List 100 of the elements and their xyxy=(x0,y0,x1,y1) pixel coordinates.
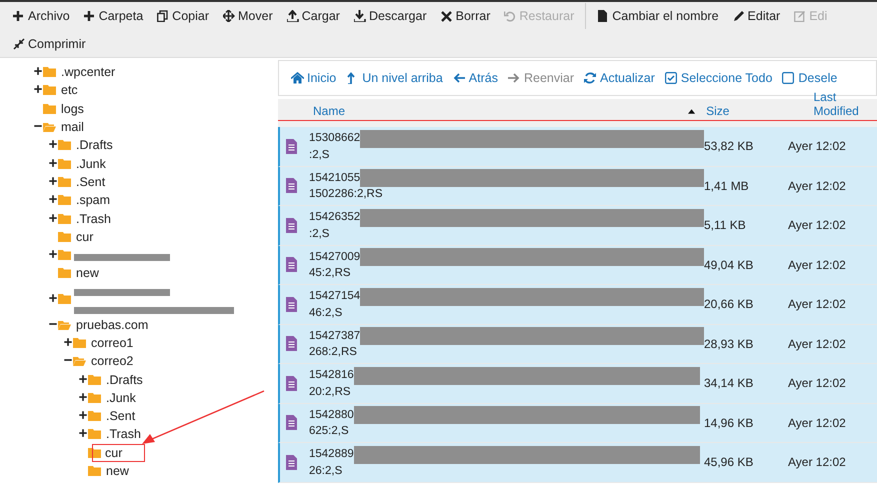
tree-toggle[interactable]: + xyxy=(48,138,58,152)
folder-icon xyxy=(88,374,101,385)
modified-date: Ayer 12:02 xyxy=(788,139,846,154)
file-size: 28,93 KB xyxy=(704,336,754,351)
tree-toggle[interactable]: + xyxy=(63,336,73,350)
file-name: :2,S xyxy=(309,148,330,163)
folder-label[interactable]: .Drafts xyxy=(74,138,115,152)
toolbar-button[interactable]: Cambiar el nombre xyxy=(590,4,726,28)
nav-button[interactable]: Actualizar xyxy=(580,71,661,85)
tree-toggle[interactable]: + xyxy=(78,409,88,424)
folder-label[interactable]: cur xyxy=(74,230,96,244)
folder-label[interactable]: .wpcenter xyxy=(59,65,118,80)
tree-toggle[interactable]: + xyxy=(33,83,43,98)
left-arrow-icon xyxy=(452,72,466,84)
file-row[interactable]: 1542816 20:2,RS 34,14 KB Ayer 12:02 xyxy=(278,364,877,404)
file-size: 45,96 KB xyxy=(704,455,754,470)
nav-button[interactable]: Desele xyxy=(778,71,844,85)
open-folder-icon xyxy=(58,320,71,330)
column-header[interactable]: Name xyxy=(313,104,346,118)
document-icon xyxy=(286,178,297,194)
document-icon xyxy=(286,454,297,470)
tree-toggle[interactable]: + xyxy=(78,390,88,405)
toolbar-button[interactable]: Mover xyxy=(216,4,280,28)
toolbar-button[interactable]: Cargar xyxy=(280,4,347,28)
tree-toggle[interactable]: + xyxy=(78,372,88,387)
file-name: 15308662 xyxy=(309,131,360,146)
file-row[interactable]: 1542889 26:2,S 45,96 KB Ayer 12:02 xyxy=(278,443,877,482)
toolbar-button[interactable]: Descargar xyxy=(346,4,434,28)
file-name: 1542880 xyxy=(309,408,354,423)
folder-label[interactable]: cur xyxy=(92,444,146,462)
folder-icon xyxy=(58,140,71,150)
tree-toggle[interactable]: + xyxy=(78,427,88,442)
folder-label[interactable]: correo2 xyxy=(89,354,136,368)
nav-button[interactable]: Seleccione Todo xyxy=(660,71,778,85)
folder-label[interactable]: .Trash xyxy=(104,427,143,442)
file-name: 15426352 xyxy=(309,210,360,226)
file-row[interactable]: 15421055 1502286:2,RS 1,41 MB Ayer 12:02 xyxy=(278,166,877,206)
file-size: 20,66 KB xyxy=(704,297,754,312)
modified-date: Ayer 12:02 xyxy=(788,258,846,272)
tree-toggle[interactable]: + xyxy=(48,292,58,306)
folder-label[interactable]: .Junk xyxy=(104,390,138,405)
folder-label[interactable]: .spam xyxy=(74,193,112,208)
right-arrow-icon xyxy=(508,72,521,84)
folder-icon xyxy=(43,104,56,114)
file-name: 15421055 xyxy=(309,170,360,186)
file-row[interactable]: 15427154 46:2,S 20,66 KB Ayer 12:02 xyxy=(278,285,877,324)
tree-toggle[interactable]: − xyxy=(48,318,58,332)
folder-label[interactable]: .Sent xyxy=(104,409,138,424)
tree-toggle[interactable]: − xyxy=(63,354,73,368)
tree-toggle[interactable]: + xyxy=(48,193,58,208)
folder-label[interactable]: .Drafts xyxy=(104,372,145,387)
folder-label[interactable]: new xyxy=(104,464,131,478)
nav-button[interactable]: Inicio xyxy=(287,71,342,85)
close-icon xyxy=(440,10,453,22)
nav-button[interactable]: Un nivel arriba xyxy=(342,71,449,85)
toolbar-button[interactable]: Carpeta xyxy=(76,4,150,28)
toolbar-button[interactable]: Borrar xyxy=(434,4,498,28)
folder-label[interactable]: correo1 xyxy=(89,336,136,350)
folder-label[interactable]: etc xyxy=(59,83,80,98)
checkbox-icon xyxy=(664,72,678,84)
toolbar-button[interactable]: Archivo xyxy=(6,4,77,28)
tree-toggle[interactable]: + xyxy=(48,156,58,171)
folder-icon xyxy=(88,448,101,458)
modified-date: Ayer 12:02 xyxy=(788,218,846,232)
document-icon xyxy=(286,218,297,233)
folder-label[interactable]: new xyxy=(74,266,101,280)
tree-toggle[interactable]: + xyxy=(48,248,58,262)
folder-icon xyxy=(88,411,101,422)
folder-label[interactable]: .Junk xyxy=(74,156,108,171)
tree-toggle[interactable]: + xyxy=(48,212,58,226)
tree-toggle[interactable]: − xyxy=(33,120,43,134)
modified-date: Ayer 12:02 xyxy=(788,297,846,312)
folder-icon xyxy=(58,195,71,206)
document-icon xyxy=(286,138,297,154)
column-header[interactable]: Size xyxy=(706,104,730,118)
nav-button[interactable]: Atrás xyxy=(448,71,504,85)
file-row[interactable]: 15308662 :2,S 53,82 KB Ayer 12:02 xyxy=(278,127,877,166)
file-row[interactable]: 15427387 268:2,RS 28,93 KB Ayer 12:02 xyxy=(278,324,877,364)
file-name: 15427009 xyxy=(309,250,360,265)
tree-toggle[interactable]: + xyxy=(33,65,43,80)
toolbar-button[interactable]: Copiar xyxy=(150,4,216,28)
toolbar-button[interactable]: Editar xyxy=(726,4,788,28)
tree-toggle[interactable]: + xyxy=(48,174,58,189)
folder-icon xyxy=(58,294,71,304)
file-row[interactable]: 1542880 625:2,S 14,96 KB Ayer 12:02 xyxy=(278,404,877,443)
file-row[interactable]: 15426352 :2,S 5,11 KB Ayer 12:02 xyxy=(278,206,877,246)
column-header[interactable]: Last Modified xyxy=(813,90,877,118)
file-name: 26:2,S xyxy=(309,464,344,479)
file-name: 45:2,RS xyxy=(309,266,352,282)
folder-label[interactable]: .Sent xyxy=(74,174,108,189)
folder-label[interactable]: logs xyxy=(59,102,86,116)
folder-label[interactable]: .Trash xyxy=(74,212,113,226)
file-row[interactable]: 15427009 45:2,RS 49,04 KB Ayer 12:02 xyxy=(278,246,877,285)
edit-icon xyxy=(794,10,806,22)
folder-icon xyxy=(58,232,71,242)
document-icon xyxy=(286,415,297,430)
folder-label[interactable]: mail xyxy=(59,120,86,134)
folder-icon xyxy=(43,85,56,96)
toolbar-button[interactable]: Comprimir xyxy=(6,32,93,56)
folder-label[interactable]: pruebas.com xyxy=(74,318,150,332)
